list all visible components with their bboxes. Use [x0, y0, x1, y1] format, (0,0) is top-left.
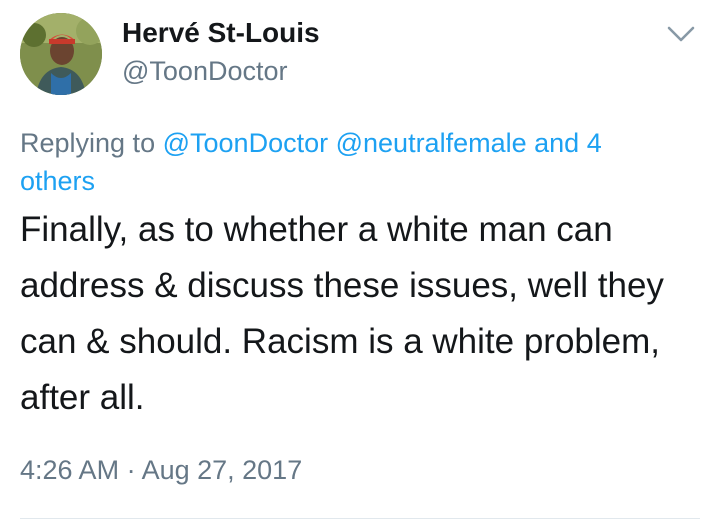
avatar[interactable]: [20, 13, 102, 95]
reply-prefix: Replying to: [20, 128, 156, 158]
mention-link[interactable]: @neutralfemale: [336, 128, 527, 158]
display-name[interactable]: Hervé St-Louis: [122, 15, 320, 51]
avatar-photo: [20, 13, 102, 95]
tweet-text: Finally, as to whether a white man can a…: [20, 210, 664, 417]
user-handle[interactable]: @ToonDoctor: [122, 53, 320, 89]
divider: [20, 518, 700, 519]
mention-link[interactable]: @ToonDoctor: [163, 128, 328, 158]
reply-context: Replying to @ToonDoctor @neutralfemale a…: [20, 124, 680, 200]
author-info[interactable]: Hervé St-Louis @ToonDoctor: [122, 15, 320, 89]
chevron-down-icon[interactable]: [666, 24, 696, 44]
timestamp[interactable]: 4:26 AM · Aug 27, 2017: [20, 452, 302, 488]
tweet: Hervé St-Louis @ToonDoctor Replying to @…: [0, 0, 720, 522]
